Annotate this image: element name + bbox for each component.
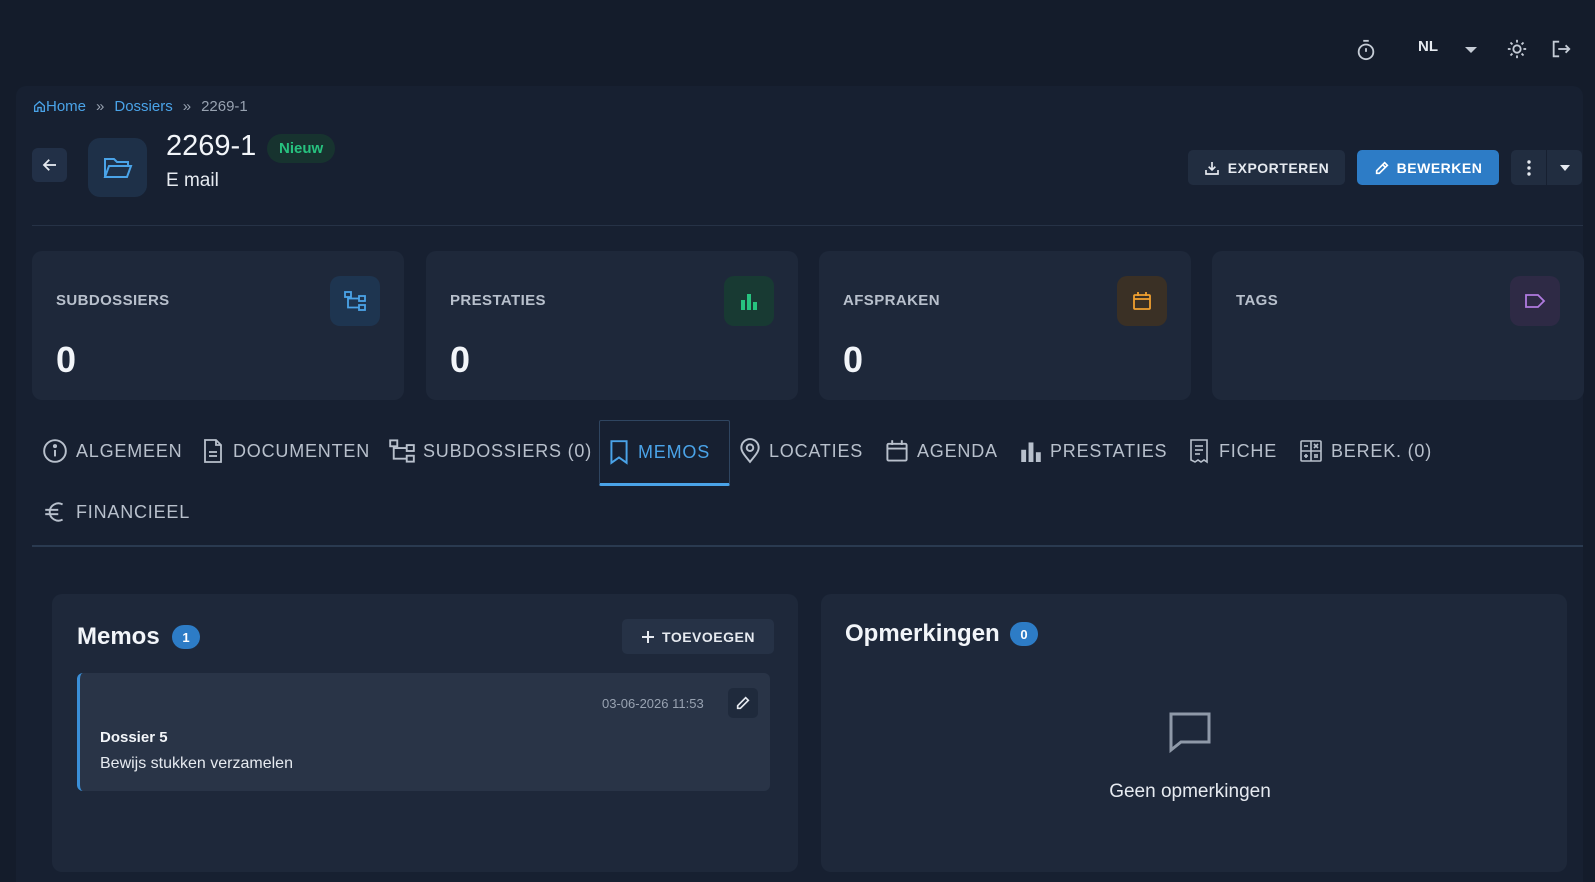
add-memo-button[interactable]: TOEVOEGEN [622, 619, 774, 654]
stat-label: TAGS [1236, 292, 1279, 309]
breadcrumb: Home » Dossiers » 2269-1 [33, 98, 248, 115]
comment-icon [1167, 710, 1213, 754]
home-icon [33, 100, 46, 113]
hierarchy-icon [330, 276, 380, 326]
stat-label: SUBDOSSIERS [56, 292, 170, 309]
export-button[interactable]: EXPORTEREN [1188, 150, 1345, 185]
hierarchy-icon [389, 439, 415, 463]
timer-icon[interactable] [1355, 38, 1377, 62]
dots-vertical-icon [1526, 159, 1531, 176]
tab-algemeen[interactable]: ALGEMEEN [34, 419, 190, 483]
folder-open-icon [103, 155, 133, 181]
logout-icon[interactable] [1550, 38, 1572, 60]
memo-title: Dossier 5 [100, 729, 168, 746]
info-icon [42, 438, 68, 464]
stat-value: 0 [450, 339, 471, 380]
caret-down-icon [1559, 164, 1571, 172]
bar-chart-icon [1020, 440, 1042, 462]
page-title: 2269-1 [166, 130, 257, 162]
comments-title: Opmerkingen [845, 620, 1000, 647]
breadcrumb-dossiers[interactable]: Dossiers [114, 98, 172, 115]
chevron-down-icon[interactable] [1463, 44, 1479, 56]
stat-label: PRESTATIES [450, 292, 546, 309]
tab-memos[interactable]: MEMOS [599, 420, 730, 486]
stat-value: 0 [56, 339, 77, 380]
tab-financieel[interactable]: FINANCIEEL [34, 480, 198, 544]
memo-date: 03-06-2026 11:53 [602, 696, 704, 711]
stat-label: AFSPRAKEN [843, 292, 940, 309]
tab-subdossiers[interactable]: SUBDOSSIERS (0) [381, 419, 600, 483]
memos-title: Memos [77, 623, 160, 650]
top-bar: NL [0, 0, 1595, 90]
tab-locaties[interactable]: LOCATIES [731, 419, 871, 483]
back-button[interactable] [32, 148, 67, 182]
location-icon [739, 438, 761, 464]
stat-value: 0 [843, 339, 864, 380]
calculator-icon [1299, 439, 1323, 463]
tab-agenda[interactable]: AGENDA [877, 419, 1006, 483]
breadcrumb-separator: » [182, 98, 192, 115]
tabs-divider [32, 545, 1583, 547]
stat-card-prestaties: PRESTATIES 0 [426, 251, 798, 400]
arrow-left-icon [41, 156, 59, 174]
edit-button[interactable]: BEWERKEN [1357, 150, 1499, 185]
empty-comments-text: Geen opmerkingen [1109, 781, 1271, 802]
download-icon [1204, 160, 1220, 176]
calendar-icon [1117, 276, 1167, 326]
receipt-icon [1187, 438, 1211, 464]
tab-berek[interactable]: BEREK. (0) [1291, 419, 1440, 483]
stat-card-afspraken: AFSPRAKEN 0 [819, 251, 1191, 400]
pencil-icon [735, 695, 751, 711]
breadcrumb-home[interactable]: Home [33, 98, 86, 115]
dropdown-button[interactable] [1547, 150, 1582, 185]
status-badge: Nieuw [267, 134, 336, 163]
memo-card[interactable]: 03-06-2026 11:53 Dossier 5 Bewijs stukke… [77, 673, 770, 791]
breadcrumb-separator: » [96, 98, 105, 115]
breadcrumb-current: 2269-1 [201, 98, 248, 115]
stat-card-tags: TAGS [1212, 251, 1584, 400]
plus-icon [641, 630, 655, 644]
tab-fiche[interactable]: FICHE [1179, 419, 1285, 483]
bar-chart-icon [724, 276, 774, 326]
memos-count-badge: 1 [172, 625, 200, 649]
page-subtitle: E mail [166, 170, 219, 191]
calendar-icon [885, 438, 909, 464]
more-options-button[interactable] [1511, 150, 1546, 185]
language-selector[interactable]: NL [1418, 38, 1438, 55]
tab-documenten[interactable]: DOCUMENTEN [193, 419, 378, 483]
comments-count-badge: 0 [1010, 622, 1038, 646]
stat-card-subdossiers: SUBDOSSIERS 0 [32, 251, 404, 400]
pencil-icon [1374, 160, 1390, 176]
memo-edit-button[interactable] [728, 688, 758, 718]
document-icon [201, 438, 225, 464]
dossier-avatar [88, 138, 147, 197]
bookmark-icon [608, 439, 630, 465]
sun-icon[interactable] [1506, 38, 1528, 60]
tab-prestaties[interactable]: PRESTATIES [1012, 419, 1175, 483]
header-divider [32, 225, 1583, 226]
euro-icon [42, 499, 68, 525]
memo-text: Bewijs stukken verzamelen [100, 755, 293, 772]
tag-icon [1510, 276, 1560, 326]
